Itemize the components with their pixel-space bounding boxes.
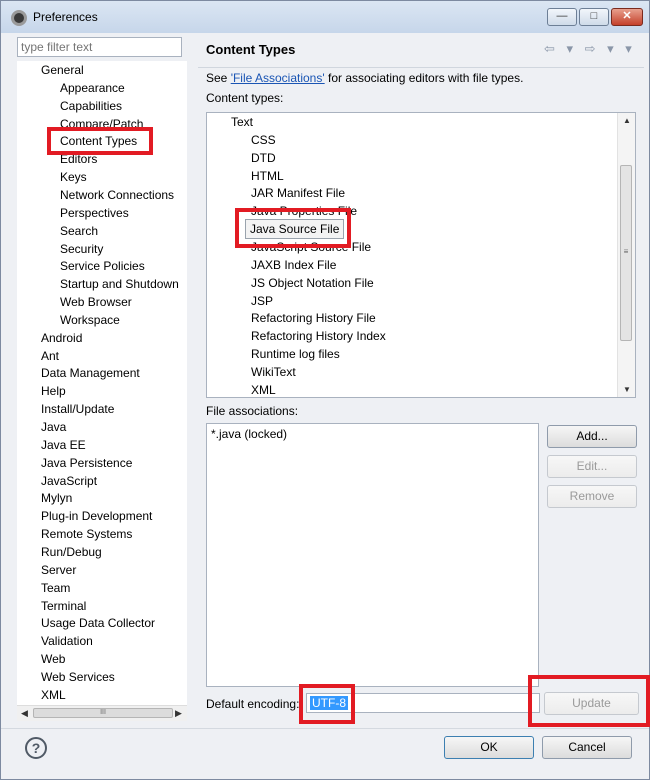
- tree-item[interactable]: Search: [60, 223, 98, 239]
- tree-item[interactable]: General: [41, 62, 84, 78]
- content-type-item[interactable]: JSP: [251, 293, 273, 309]
- list-item[interactable]: *.java (locked): [211, 427, 287, 441]
- tree-item[interactable]: Web Browser: [60, 294, 132, 310]
- remove-button[interactable]: Remove: [547, 485, 637, 508]
- tree-item[interactable]: Java Persistence: [41, 455, 132, 471]
- tree-item[interactable]: Plug-in Development: [41, 508, 152, 524]
- content-type-item[interactable]: DTD: [251, 150, 276, 166]
- tree-item[interactable]: Web: [41, 651, 65, 667]
- cancel-button[interactable]: Cancel: [542, 736, 632, 759]
- default-encoding-label: Default encoding:: [206, 697, 300, 711]
- file-associations-label: File associations:: [206, 404, 299, 418]
- footer-divider: [1, 728, 649, 729]
- history-navigation-icons[interactable]: ⇦ ▾ ⇨ ▾ ▾: [544, 41, 636, 57]
- update-button[interactable]: Update: [544, 692, 639, 715]
- title-bar[interactable]: Preferences — □ ✕: [1, 1, 649, 33]
- tree-item[interactable]: Help: [41, 383, 66, 399]
- tree-item[interactable]: Run/Debug: [41, 544, 102, 560]
- tree-item[interactable]: Workspace: [60, 312, 120, 328]
- tree-item[interactable]: Service Policies: [60, 258, 145, 274]
- scroll-right-arrow-icon[interactable]: ▶: [175, 708, 182, 719]
- tree-item[interactable]: Compare/Patch: [60, 116, 143, 132]
- content-type-item[interactable]: Refactoring History File: [251, 310, 376, 326]
- content-types-tree[interactable]: ▲ ≡ ▼ Text CSS DTD HTML JAR Manifest File Jav…: [206, 112, 636, 398]
- content-types-label: Content types:: [206, 91, 284, 105]
- scroll-left-arrow-icon[interactable]: ◀: [21, 708, 28, 719]
- tree-item[interactable]: Remote Systems: [41, 526, 132, 542]
- content-type-item[interactable]: WikiText: [251, 364, 296, 380]
- tree-horizontal-scrollbar[interactable]: ◀ III ▶: [17, 705, 187, 721]
- content-type-item[interactable]: JavaScript Source File: [251, 239, 371, 255]
- add-button[interactable]: Add...: [547, 425, 637, 448]
- scroll-thumb[interactable]: III: [33, 708, 173, 718]
- content-type-item[interactable]: Refactoring History Index: [251, 328, 386, 344]
- eclipse-icon: [11, 10, 27, 26]
- tree-item[interactable]: Terminal: [41, 598, 86, 614]
- window-title: Preferences: [33, 10, 98, 24]
- close-button[interactable]: ✕: [611, 8, 643, 26]
- content-type-item[interactable]: JS Object Notation File: [251, 275, 374, 291]
- scroll-thumb[interactable]: ≡: [620, 165, 632, 341]
- content-type-item[interactable]: XML: [251, 382, 276, 397]
- header-divider: [198, 67, 644, 68]
- content-type-item[interactable]: JAXB Index File: [251, 257, 336, 273]
- scroll-down-arrow-icon[interactable]: ▼: [623, 385, 631, 394]
- content-types-vertical-scrollbar[interactable]: ▲ ≡ ▼: [617, 113, 635, 397]
- tree-item[interactable]: XML: [41, 687, 66, 703]
- page-title: Content Types: [206, 42, 296, 57]
- filter-input[interactable]: [17, 37, 182, 57]
- tree-item[interactable]: Java: [41, 419, 66, 435]
- tree-item[interactable]: Ant: [41, 348, 59, 364]
- content-type-item[interactable]: JAR Manifest File: [251, 185, 345, 201]
- default-encoding-input[interactable]: UTF-8: [306, 693, 540, 713]
- preferences-window: Preferences — □ ✕ General Appearance Capab…: [0, 0, 650, 780]
- tree-item[interactable]: Team: [41, 580, 70, 596]
- tree-item[interactable]: Web Services: [41, 669, 115, 685]
- tree-item[interactable]: Java EE: [41, 437, 86, 453]
- content-type-item[interactable]: Java Source File: [245, 219, 345, 240]
- file-associations-list[interactable]: *.java (locked): [206, 423, 539, 687]
- edit-button[interactable]: Edit...: [547, 455, 637, 478]
- tree-item[interactable]: Security: [60, 241, 103, 257]
- tree-item[interactable]: Data Management: [41, 365, 140, 381]
- tree-item[interactable]: Install/Update: [41, 401, 114, 417]
- tree-item[interactable]: Server: [41, 562, 76, 578]
- help-icon[interactable]: ?: [25, 737, 47, 759]
- ok-button[interactable]: OK: [444, 736, 534, 759]
- tree-item[interactable]: Perspectives: [60, 205, 129, 221]
- tree-item[interactable]: Editors: [60, 151, 97, 167]
- tree-item[interactable]: Usage Data Collector: [41, 615, 155, 631]
- see-file-associations-text: See 'File Associations' for associating …: [206, 71, 524, 85]
- content-type-item[interactable]: CSS: [251, 132, 276, 148]
- tree-item[interactable]: Content Types: [60, 133, 137, 149]
- tree-item[interactable]: Mylyn: [41, 490, 72, 506]
- default-encoding-value[interactable]: UTF-8: [310, 696, 348, 710]
- tree-item[interactable]: Capabilities: [60, 98, 122, 114]
- content-type-item[interactable]: Text: [231, 114, 253, 130]
- file-associations-link[interactable]: 'File Associations': [231, 71, 325, 85]
- tree-item[interactable]: JavaScript: [41, 473, 97, 489]
- content-type-item[interactable]: Java Properties File: [251, 203, 357, 219]
- content-type-item[interactable]: HTML: [251, 168, 284, 184]
- tree-item[interactable]: Validation: [41, 633, 93, 649]
- scroll-up-arrow-icon[interactable]: ▲: [623, 116, 631, 125]
- content-type-item[interactable]: Runtime log files: [251, 346, 340, 362]
- preference-tree[interactable]: General Appearance Capabilities Compare/Pat…: [17, 61, 187, 707]
- tree-item[interactable]: Startup and Shutdown: [60, 276, 179, 292]
- minimize-button[interactable]: —: [547, 8, 577, 26]
- tree-item[interactable]: Android: [41, 330, 82, 346]
- maximize-button[interactable]: □: [579, 8, 609, 26]
- tree-item[interactable]: Network Connections: [60, 187, 174, 203]
- tree-item[interactable]: Appearance: [60, 80, 125, 96]
- content-types-page: Content Types ⇦ ▾ ⇨ ▾ ▾ See 'File Associ…: [198, 35, 644, 725]
- tree-item[interactable]: Keys: [60, 169, 87, 185]
